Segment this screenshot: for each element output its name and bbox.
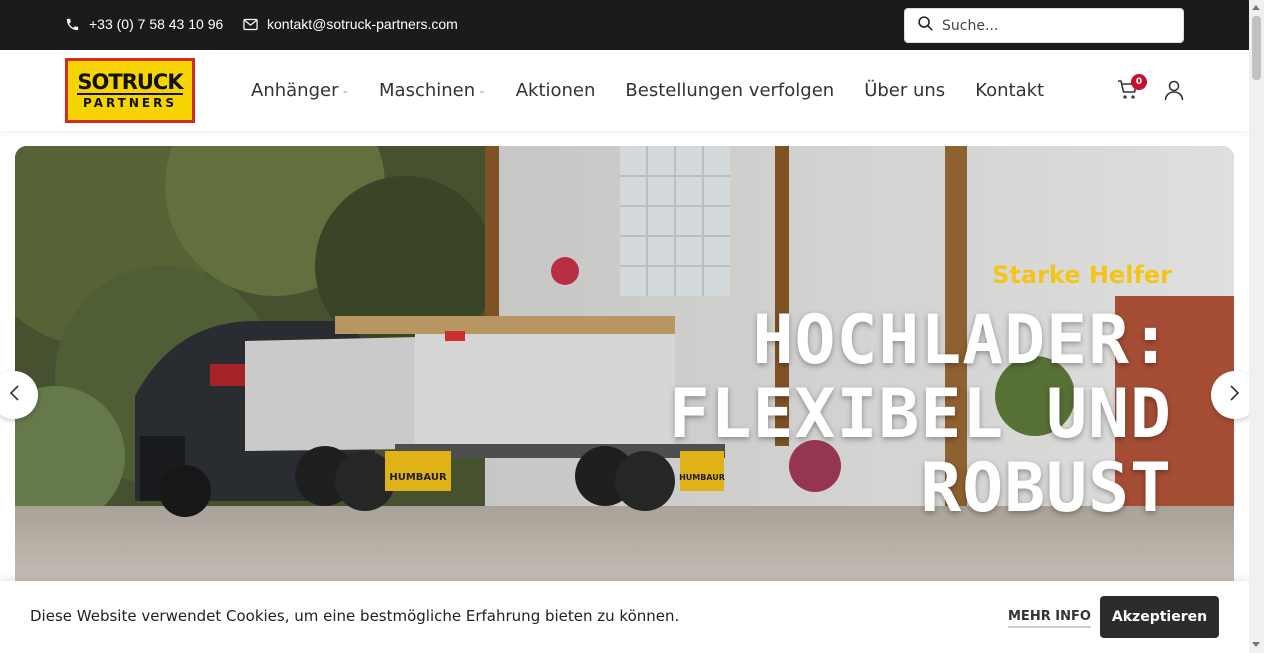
search-icon[interactable] (917, 15, 934, 36)
hero-title-line3: ROBUST (920, 449, 1172, 528)
hero-title-line1: HOCHLADER: (752, 301, 1172, 380)
nav-item-ueber-uns[interactable]: Über uns (864, 80, 945, 101)
cookie-accept-button[interactable]: Akzeptieren (1100, 596, 1219, 638)
user-icon[interactable] (1162, 78, 1186, 102)
nav-label: Aktionen (515, 80, 596, 101)
scroll-up-arrow[interactable] (1252, 5, 1260, 10)
nav-item-anhaenger[interactable]: Anhänger ⌄ (251, 80, 349, 101)
search-box[interactable] (904, 8, 1184, 43)
email-contact[interactable]: kontakt@sotruck-partners.com (243, 16, 458, 32)
nav-item-aktionen[interactable]: Aktionen (516, 80, 596, 101)
hero-title-line2: FLEXIBEL UND (668, 375, 1172, 454)
top-bar: +33 (0) 7 58 43 10 96 kontakt@sotruck-pa… (0, 0, 1249, 50)
phone-contact[interactable]: +33 (0) 7 58 43 10 96 (65, 16, 223, 32)
logo-line2: PARTNERS (83, 95, 177, 110)
scroll-down-arrow[interactable] (1252, 642, 1260, 647)
main-header: SOTRUCK PARTNERS Anhänger ⌄ Maschinen ⌄ … (0, 50, 1249, 131)
phone-icon (65, 17, 80, 32)
nav-label: Kontakt (975, 80, 1045, 101)
chevron-down-icon: ⌄ (478, 85, 486, 96)
chevron-down-icon: ⌄ (341, 85, 350, 96)
site-logo[interactable]: SOTRUCK PARTNERS (65, 58, 195, 123)
scrollbar-thumb[interactable] (1252, 16, 1261, 80)
cookie-banner: Diese Website verwendet Cookies, um eine… (0, 581, 1249, 653)
chevron-left-icon (8, 384, 20, 406)
nav-label: Über uns (864, 80, 946, 101)
nav-item-maschinen[interactable]: Maschinen ⌄ (379, 80, 486, 101)
main-nav: Anhänger ⌄ Maschinen ⌄ Aktionen Bestellu… (251, 50, 1074, 131)
nav-item-kontakt[interactable]: Kontakt (975, 80, 1044, 101)
logo-line1: SOTRUCK (77, 69, 184, 95)
nav-label: Bestellungen verfolgen (625, 80, 835, 101)
cookie-more-info-link[interactable]: MEHR INFO (1008, 609, 1091, 628)
envelope-icon (243, 18, 258, 31)
nav-label: Maschinen (379, 80, 476, 101)
cookie-message: Diese Website verwendet Cookies, um eine… (30, 607, 680, 625)
search-input[interactable] (942, 17, 1172, 34)
hero-slider: HUMBAUR HUMBAUR Starke Helfer HOCHLADER:… (15, 146, 1234, 586)
email-address[interactable]: kontakt@sotruck-partners.com (267, 16, 458, 32)
hero-title: HOCHLADER: FLEXIBEL UND ROBUST (472, 304, 1172, 526)
cart-count-badge: 0 (1131, 74, 1147, 90)
nav-label: Anhänger (251, 80, 339, 101)
page-scrollbar[interactable] (1249, 0, 1264, 653)
chevron-right-icon (1229, 384, 1241, 406)
phone-number[interactable]: +33 (0) 7 58 43 10 96 (89, 16, 223, 32)
nav-item-bestellungen[interactable]: Bestellungen verfolgen (625, 80, 834, 101)
hero-subtitle: Starke Helfer (992, 261, 1172, 289)
